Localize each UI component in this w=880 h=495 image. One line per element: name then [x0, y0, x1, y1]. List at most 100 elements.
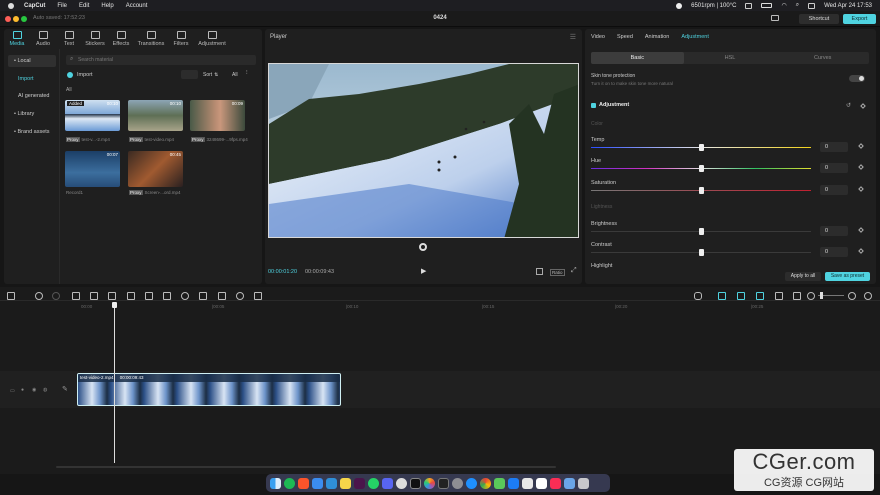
- control-center-icon[interactable]: [808, 2, 816, 9]
- fit-icon[interactable]: [536, 268, 543, 275]
- ratio-button[interactable]: Ratio: [550, 269, 565, 276]
- spotify-icon[interactable]: [284, 477, 295, 489]
- adjustment-section-header[interactable]: Adjustment: [591, 102, 629, 108]
- slider-value[interactable]: 0: [820, 185, 848, 195]
- freeze-icon[interactable]: [163, 292, 171, 300]
- keyframe-icon[interactable]: [858, 143, 864, 149]
- caption-icon[interactable]: [793, 292, 801, 300]
- slider-knob[interactable]: [699, 249, 704, 256]
- save-preset-button[interactable]: Save as preset: [825, 272, 870, 281]
- apply-to-all-button[interactable]: Apply to all: [785, 272, 821, 281]
- playhead[interactable]: [112, 302, 117, 463]
- tab-transitions[interactable]: Transitions: [134, 29, 168, 49]
- tab-text[interactable]: Text: [56, 29, 82, 49]
- zoom-out-icon[interactable]: [807, 292, 815, 300]
- track-eye-icon[interactable]: ◉: [32, 387, 36, 393]
- settings-icon[interactable]: [452, 477, 463, 489]
- tab-effects[interactable]: Effects: [108, 29, 134, 49]
- keyframe-icon[interactable]: [858, 227, 864, 233]
- tab-animation[interactable]: Animation: [645, 34, 669, 40]
- tab-video[interactable]: Video: [591, 34, 605, 40]
- shortcut-button[interactable]: Shortcut: [799, 14, 839, 24]
- reset-adjust-icon[interactable]: ↺: [846, 102, 851, 109]
- zoom-slider[interactable]: [818, 292, 844, 299]
- slider-value[interactable]: 0: [820, 226, 848, 236]
- side-item-ai-generated[interactable]: AI generated: [8, 90, 56, 102]
- capcut-icon[interactable]: [410, 477, 421, 489]
- wifi-icon[interactable]: ◠: [781, 2, 786, 9]
- delete-icon[interactable]: [127, 292, 135, 300]
- media-clip[interactable]: Added 00:10: [65, 100, 120, 131]
- microphone-icon[interactable]: [694, 292, 702, 300]
- keyframe-icon[interactable]: [858, 248, 864, 254]
- slider-knob[interactable]: [699, 165, 704, 172]
- photos-icon[interactable]: [424, 477, 435, 489]
- tab-audio[interactable]: Audio: [30, 29, 56, 49]
- notes-icon[interactable]: [340, 477, 351, 489]
- video-preview[interactable]: [268, 63, 579, 238]
- side-item-local[interactable]: • Local: [8, 55, 56, 67]
- slider-knob[interactable]: [699, 144, 704, 151]
- timeline-scrollbar[interactable]: [56, 466, 556, 468]
- keyframe-icon[interactable]: [858, 164, 864, 170]
- export-button[interactable]: Export: [843, 14, 876, 24]
- search-box[interactable]: ⌕ Search material: [66, 55, 256, 65]
- record-icon[interactable]: [676, 2, 683, 9]
- split-icon[interactable]: [72, 292, 80, 300]
- app-store-icon[interactable]: [508, 477, 519, 489]
- tab-filters[interactable]: Filters: [168, 29, 194, 49]
- preview-axis-icon[interactable]: [775, 292, 783, 300]
- maps-icon[interactable]: [494, 477, 505, 489]
- menu-account[interactable]: Account: [126, 3, 148, 9]
- clock-icon[interactable]: [396, 477, 407, 489]
- menu-app[interactable]: CapCut: [24, 3, 45, 9]
- tab-adjustment[interactable]: Adjustment: [681, 34, 709, 40]
- tab-adjustment[interactable]: Adjustment: [194, 29, 230, 49]
- system-status[interactable]: 6501rpm | 100°C: [691, 3, 736, 9]
- reset-icon[interactable]: [419, 243, 427, 251]
- undo-icon[interactable]: [35, 292, 43, 300]
- discord-icon[interactable]: [382, 477, 393, 489]
- select-tool-icon[interactable]: [7, 292, 15, 300]
- whatsapp-icon[interactable]: [368, 477, 379, 489]
- slider-knob[interactable]: [699, 187, 704, 194]
- redo-icon[interactable]: [52, 292, 60, 300]
- slider-value[interactable]: 0: [820, 142, 848, 152]
- media-clip[interactable]: 00:45: [128, 151, 183, 187]
- fit-timeline-icon[interactable]: [864, 292, 872, 300]
- view-toggle[interactable]: [181, 70, 198, 79]
- auto-snap-icon[interactable]: [737, 292, 745, 300]
- media-clip[interactable]: 00:07: [65, 151, 120, 187]
- tab-media[interactable]: Media: [4, 29, 30, 49]
- track-lock-icon[interactable]: ▭: [10, 388, 15, 394]
- brave-icon[interactable]: [298, 477, 309, 489]
- skin-tone-toggle[interactable]: [849, 75, 865, 82]
- track-visibility-icon[interactable]: ●: [21, 387, 24, 393]
- timeline-clip[interactable]: test-video-2.mp4 00:00:09:43: [77, 373, 341, 406]
- side-item-brand-assets[interactable]: • Brand assets: [8, 126, 56, 138]
- split-right-icon[interactable]: [108, 292, 116, 300]
- play-icon[interactable]: ▶: [421, 267, 426, 275]
- media-clip[interactable]: 00:09: [190, 100, 245, 131]
- tab-stickers[interactable]: Stickers: [82, 29, 108, 49]
- slider-value[interactable]: 0: [820, 247, 848, 257]
- window-icon[interactable]: [745, 2, 753, 9]
- player-menu-icon[interactable]: ☰: [570, 33, 576, 41]
- rotate-icon[interactable]: [236, 292, 244, 300]
- crop-icon[interactable]: [254, 292, 262, 300]
- subtab-basic[interactable]: Basic: [591, 52, 684, 64]
- cover-icon[interactable]: ✎: [62, 385, 68, 393]
- finder-icon[interactable]: [270, 477, 281, 489]
- tab-speed[interactable]: Speed: [617, 34, 633, 40]
- linkage-icon[interactable]: [756, 292, 764, 300]
- sort-button[interactable]: Sort ⇅: [203, 70, 218, 79]
- preview-icon[interactable]: [522, 477, 533, 489]
- clock[interactable]: Wed Apr 24 17:53: [824, 3, 872, 9]
- subtab-curves[interactable]: Curves: [776, 52, 869, 64]
- slider-value[interactable]: 0: [820, 163, 848, 173]
- search-icon[interactable]: ⌕: [796, 2, 799, 9]
- apple-icon[interactable]: [8, 2, 14, 9]
- keyframe-icon[interactable]: [858, 186, 864, 192]
- track-audio-icon[interactable]: ◍: [43, 387, 47, 393]
- reverse-icon[interactable]: [181, 292, 189, 300]
